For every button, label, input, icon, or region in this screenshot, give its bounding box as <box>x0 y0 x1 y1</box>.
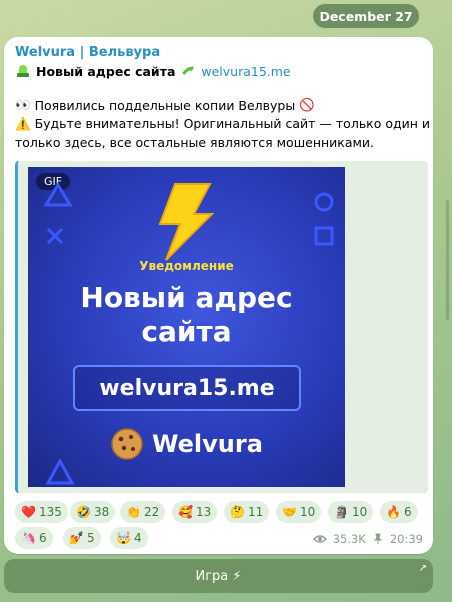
post-title: Новый адрес сайта <box>36 63 176 79</box>
poster-url: welvura15.me <box>73 365 301 411</box>
message-meta: 35.3K 20:39 <box>312 532 423 546</box>
reaction-chip[interactable]: 🦄 6 <box>15 527 53 549</box>
poster-headline-1: Новый адрес <box>80 281 293 314</box>
post-text-3: только здесь, все остальные являются мош… <box>15 135 375 150</box>
pin-icon <box>373 533 383 544</box>
reaction-chip[interactable]: 👏 22 <box>120 501 166 523</box>
gif-badge: GIF <box>36 173 71 190</box>
date-separator: December 27 <box>313 4 419 28</box>
post-title-line: Новый адрес сайта welvura15.me <box>15 63 291 79</box>
green-arrow-icon <box>182 66 195 75</box>
lightning-icon <box>158 183 215 261</box>
post-line-3: только здесь, все остальные являются мош… <box>15 135 374 150</box>
keyboard-button-label: Игра ⚡ <box>195 568 242 584</box>
reaction-chip[interactable]: 🔥 6 <box>380 501 418 523</box>
reaction-chip[interactable]: 🗿 10 <box>328 501 374 523</box>
scrollbar[interactable] <box>446 200 449 320</box>
alarm-icon <box>17 65 29 77</box>
poster-headline-2: сайта <box>141 315 232 348</box>
view-count: 35.3K <box>332 532 366 546</box>
open-link-icon: ↗ <box>418 563 427 574</box>
reaction-chip[interactable]: 🤣 38 <box>70 501 116 523</box>
reaction-chip[interactable]: 🤯 4 <box>110 527 148 549</box>
reaction-chip[interactable]: ❤️ 135 <box>15 501 68 523</box>
cookie-icon <box>111 428 143 460</box>
reaction-chip[interactable]: 🥰 13 <box>172 501 218 523</box>
eyes-icon: 👀 <box>15 97 31 112</box>
message-bubble: Welvura | Вельвура Новый адрес сайта wel… <box>4 37 433 554</box>
post-text-1: Появились поддельные копии Велвуры <box>34 97 296 113</box>
eye-icon <box>312 535 327 543</box>
prohibited-icon: 🚫 <box>299 97 315 112</box>
post-link[interactable]: welvura15.me <box>201 64 290 79</box>
reaction-chip[interactable]: 💅 5 <box>63 527 101 549</box>
reaction-chip[interactable]: 🤝 10 <box>276 501 322 523</box>
post-line-2: ⚠️ Будьте внимательны! Оригинальный сайт… <box>15 116 430 132</box>
gif-media[interactable]: GIF Уведомление Новый адрес сайта welvur… <box>28 167 345 487</box>
inline-keyboard-button[interactable]: Игра ⚡ ↗ <box>4 559 433 593</box>
channel-name[interactable]: Welvura | Вельвура <box>15 45 160 60</box>
brand-name: Welvura <box>152 430 263 458</box>
warning-icon: ⚠️ <box>15 116 31 131</box>
poster-brand: Welvura <box>110 427 263 461</box>
reaction-chip[interactable]: 🤔 11 <box>224 501 270 523</box>
post-line-1: 👀 Появились поддельные копии Велвуры 🚫 <box>15 97 315 113</box>
message-time: 20:39 <box>389 532 423 546</box>
notice-label: Уведомление <box>139 259 234 273</box>
post-text-2: Будьте внимательны! Оригинальный сайт — … <box>34 116 431 131</box>
